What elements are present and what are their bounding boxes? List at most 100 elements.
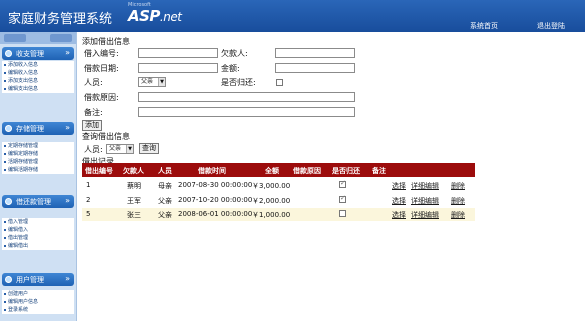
section-icon — [5, 125, 12, 132]
chevron-icon: » — [65, 123, 70, 132]
debtor-label: 欠款人: — [221, 49, 248, 58]
sidebar-section-users-items: 创建用户 编辑用户信息 登录系统 — [2, 290, 74, 314]
add-section-title: 添加借出信息 — [82, 37, 130, 46]
sidebar-item[interactable]: 借入管理 — [2, 218, 74, 226]
sidebar-item[interactable]: 编辑支出信息 — [2, 85, 74, 93]
returned-checkbox — [339, 210, 346, 217]
sidebar-section-income-items: 添加收入信息 编辑收入信息 添加支出信息 编辑支出信息 — [2, 61, 74, 93]
cell-time: 2007-10-20 00:00:00 — [178, 196, 253, 204]
app-header: 家庭财务管理系统 Microsoft ASP.net 系统首页 退出登陆 — [0, 0, 585, 32]
borrow-no-label: 借入编号: — [84, 49, 119, 58]
date-input[interactable] — [138, 63, 218, 73]
section-icon — [5, 50, 12, 57]
cell-amount: ￥3,000.00 — [252, 182, 291, 190]
table-row: 5 张三 父亲 2008-06-01 00:00:00 ￥1,000.00 选择… — [82, 208, 475, 221]
cell-debtor: 张三 — [127, 211, 141, 219]
person-label: 人员: — [84, 78, 103, 87]
sidebar-item[interactable]: 添加支出信息 — [2, 77, 74, 85]
sidebar-item[interactable]: 编辑借入 — [2, 226, 74, 234]
delete-link[interactable]: 删除 — [451, 196, 465, 206]
col-header: 借款原因 — [293, 167, 321, 175]
table-row: 2 王军 父亲 2007-10-20 00:00:00 ￥2,000.00 选择… — [82, 194, 475, 207]
cell-returned — [339, 179, 347, 189]
sidebar-item[interactable]: 编辑活期存储 — [2, 166, 74, 174]
sidebar-section-loans[interactable]: 借还款管理» — [2, 195, 74, 208]
sidebar-toolbar-button-right[interactable] — [50, 34, 72, 42]
sidebar-item[interactable]: 借出管理 — [2, 234, 74, 242]
sidebar-item[interactable]: 创建用户 — [2, 290, 74, 298]
select-link[interactable]: 选择 — [392, 181, 406, 191]
edit-link[interactable]: 详细编辑 — [411, 196, 439, 206]
chevron-down-icon: ▼ — [158, 78, 165, 86]
table-row: 1 蔡明 母亲 2007-08-30 00:00:00 ￥3,000.00 选择… — [82, 179, 475, 192]
sidebar-toolbar-button-left[interactable] — [4, 34, 26, 42]
sidebar-section-loans-items: 借入管理 编辑借入 借出管理 编辑借出 — [2, 218, 74, 250]
cell-id: 5 — [86, 210, 91, 218]
query-section-title: 查询借出信息 — [82, 132, 130, 141]
delete-link[interactable]: 删除 — [451, 181, 465, 191]
returned-checkbox — [339, 179, 346, 188]
sidebar-item[interactable]: 定期存储管理 — [2, 142, 74, 150]
cell-amount: ￥1,000.00 — [252, 211, 291, 219]
col-header: 欠款人 — [123, 167, 144, 175]
sidebar-item[interactable]: 添加收入信息 — [2, 61, 74, 69]
cell-person: 父亲 — [158, 211, 172, 219]
query-button[interactable]: 查询 — [139, 143, 159, 154]
cell-returned — [339, 194, 347, 204]
sidebar-toolbar — [0, 32, 76, 44]
person-select[interactable]: 父亲 ▼ — [138, 77, 166, 87]
logo-asp-text: ASP.net — [128, 7, 182, 25]
returned-checkbox[interactable] — [276, 79, 283, 86]
returned-label: 是否归还: — [221, 78, 256, 87]
section-icon — [5, 198, 12, 205]
col-header: 全额 — [265, 167, 279, 175]
chevron-down-icon: ▼ — [126, 145, 133, 153]
sidebar-section-storage-items: 定期存储管理 编辑定期存储 活期存储管理 编辑活期存储 — [2, 142, 74, 174]
sidebar-section-storage[interactable]: 存储管理» — [2, 122, 74, 135]
debtor-input[interactable] — [275, 48, 355, 58]
sidebar-item[interactable]: 编辑用户信息 — [2, 298, 74, 306]
edit-link[interactable]: 详细编辑 — [411, 210, 439, 220]
logout-link[interactable]: 退出登陆 — [537, 21, 565, 31]
borrow-no-input[interactable] — [138, 48, 218, 58]
col-header: 是否归还 — [332, 167, 360, 175]
records-table-header: 借出编号 欠款人 人员 借款时间 全额 借款原因 是否归还 备注 — [82, 163, 475, 177]
chevron-icon: » — [65, 274, 70, 283]
site-title: 家庭财务管理系统 — [8, 12, 113, 27]
col-header: 借出编号 — [85, 167, 113, 175]
cell-amount: ￥2,000.00 — [252, 197, 291, 205]
cell-debtor: 王军 — [127, 197, 141, 205]
cell-person: 母亲 — [158, 182, 172, 190]
sidebar-section-users[interactable]: 用户管理» — [2, 273, 74, 286]
section-icon — [5, 276, 12, 283]
add-button[interactable]: 添加 — [82, 120, 102, 131]
select-link[interactable]: 选择 — [392, 196, 406, 206]
sidebar-section-income[interactable]: 收支管理» — [2, 47, 74, 60]
sidebar-item[interactable]: 活期存储管理 — [2, 158, 74, 166]
sidebar-item[interactable]: 登录系统 — [2, 306, 74, 314]
query-person-select[interactable]: 父亲 ▼ — [106, 144, 134, 154]
cell-time: 2007-08-30 00:00:00 — [178, 181, 253, 189]
note-input[interactable] — [138, 107, 355, 117]
chevron-icon: » — [65, 196, 70, 205]
home-link[interactable]: 系统首页 — [470, 21, 498, 31]
query-person-label: 人员: — [84, 145, 103, 154]
sidebar-item[interactable]: 编辑收入信息 — [2, 69, 74, 77]
select-link[interactable]: 选择 — [392, 210, 406, 220]
sidebar-item[interactable]: 编辑定期存储 — [2, 150, 74, 158]
note-label: 备注: — [84, 108, 103, 117]
edit-link[interactable]: 详细编辑 — [411, 181, 439, 191]
cell-person: 父亲 — [158, 197, 172, 205]
amount-input[interactable] — [275, 63, 355, 73]
sidebar-item[interactable]: 编辑借出 — [2, 242, 74, 250]
reason-input[interactable] — [138, 92, 355, 102]
reason-label: 借款原因: — [84, 93, 119, 102]
cell-debtor: 蔡明 — [127, 182, 141, 190]
cell-id: 2 — [86, 196, 91, 204]
delete-link[interactable]: 删除 — [451, 210, 465, 220]
date-label: 借款日期: — [84, 64, 119, 73]
amount-label: 金额: — [221, 64, 240, 73]
cell-returned — [339, 210, 347, 218]
chevron-icon: » — [65, 48, 70, 57]
cell-id: 1 — [86, 181, 91, 189]
